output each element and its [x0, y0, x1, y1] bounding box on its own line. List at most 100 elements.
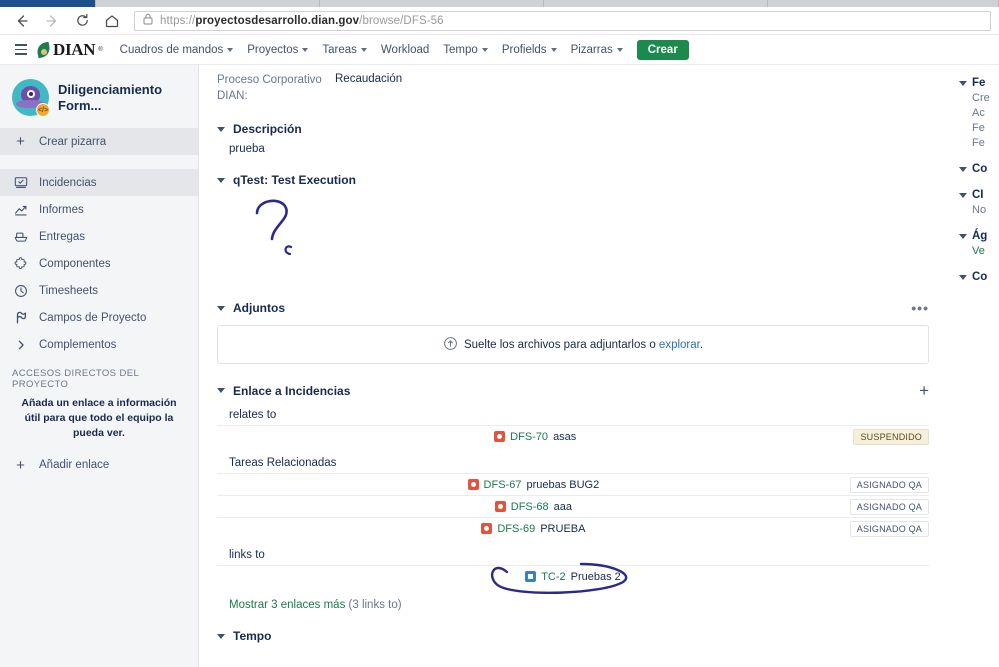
status-badge: SUSPENDIDO — [853, 429, 929, 445]
field-value: Recaudación — [335, 73, 402, 104]
sidebar-divider — [0, 155, 198, 169]
section-header-adjuntos[interactable]: Adjuntos ••• — [217, 301, 929, 315]
nav-tareas[interactable]: Tareas — [315, 40, 374, 60]
table-row[interactable]: DFS-67 pruebas BUG2 ASIGNADO QA — [217, 473, 929, 495]
sidebar-item-campos-de-proyecto[interactable]: Campos de Proyecto — [0, 304, 198, 331]
project-header[interactable]: </> Diligenciamiento Form... — [0, 75, 198, 128]
issue-summary[interactable]: asas — [553, 431, 576, 443]
panel-section-title: Fe — [972, 77, 985, 89]
registered-mark: ® — [98, 47, 102, 53]
nav-profields[interactable]: Profields — [495, 40, 564, 60]
section-header-qtest[interactable]: qTest: Test Execution — [217, 173, 929, 187]
browser-tab[interactable] — [96, 0, 320, 7]
section-header-descripcion[interactable]: Descripción — [217, 122, 929, 136]
panel-section-co-1[interactable]: Co — [959, 163, 999, 175]
reload-icon[interactable] — [68, 9, 96, 33]
browser-tab-strip[interactable] — [0, 0, 999, 7]
issue-summary[interactable]: pruebas BUG2 — [526, 479, 599, 491]
chevron-down-icon[interactable] — [217, 388, 225, 393]
issue-key[interactable]: DFS-69 — [497, 523, 535, 535]
nav-pizarras[interactable]: Pizarras — [564, 40, 630, 60]
section-title: Tempo — [233, 629, 271, 643]
url-scheme: https:// — [160, 15, 195, 27]
address-bar[interactable]: https://proyectosdesarrollo.dian.gov/bro… — [134, 11, 991, 31]
chevron-down-icon[interactable] — [959, 81, 967, 86]
show-more-label: Mostrar 3 enlaces más — [229, 599, 345, 611]
section-header-enlace-incidencias[interactable]: Enlace a Incidencias + — [217, 382, 929, 399]
issue-key[interactable]: DFS-70 — [510, 431, 548, 443]
nav-tempo[interactable]: Tempo — [436, 40, 495, 60]
chevron-down-icon[interactable] — [217, 634, 225, 639]
table-row[interactable]: DFS-69 PRUEBA ASIGNADO QA — [217, 517, 929, 539]
sidebar-item-componentes[interactable]: Componentes — [0, 250, 198, 277]
sidebar-item-anadir-enlace[interactable]: + Añadir enlace — [0, 452, 198, 479]
shortcuts-section-title: ACCESOS DIRECTOS DEL PROYECTO — [0, 358, 198, 396]
home-icon[interactable] — [98, 9, 126, 33]
chevron-down-icon — [482, 48, 488, 52]
sidebar-item-label: Complementos — [39, 339, 116, 351]
nav-cuadros-de-mandos[interactable]: Cuadros de mandos — [113, 40, 241, 60]
nav-proyectos[interactable]: Proyectos — [240, 40, 315, 60]
browser-tab[interactable] — [768, 0, 999, 7]
sidebar-item-informes[interactable]: Informes — [0, 196, 198, 223]
issue-summary[interactable]: PRUEBA — [540, 523, 585, 535]
project-avatar-icon: </> — [12, 79, 49, 116]
browser-tab[interactable] — [320, 0, 544, 7]
section-title: Adjuntos — [233, 301, 285, 315]
dian-logo[interactable]: DIAN ® — [37, 40, 103, 60]
issue-detail-main: Proceso Corporativo DIAN: Recaudación De… — [199, 65, 959, 667]
issue-summary[interactable]: aaa — [554, 501, 572, 513]
dropzone-text: Suelte los archivos para adjuntarlos o e… — [464, 339, 703, 351]
show-more-links[interactable]: Mostrar 3 enlaces más (3 links to) — [217, 587, 929, 611]
chevron-down-icon[interactable] — [217, 306, 225, 311]
hamburger-icon[interactable] — [6, 44, 30, 55]
url-text: https://proyectosdesarrollo.dian.gov/bro… — [160, 15, 444, 27]
panel-field: Cre — [959, 89, 999, 104]
upload-cloud-icon — [443, 336, 458, 354]
sidebar-item-entregas[interactable]: Entregas — [0, 223, 198, 250]
panel-field: Fe — [959, 119, 999, 134]
panel-section-co-2[interactable]: Co — [959, 271, 999, 283]
panel-field[interactable]: Ve — [959, 242, 999, 257]
leaf-icon — [37, 43, 50, 57]
chevron-down-icon — [227, 48, 233, 52]
issue-summary[interactable]: Pruebas 2 — [571, 571, 621, 583]
ellipsis-icon[interactable]: ••• — [911, 304, 929, 312]
project-title: Diligenciamiento Form... — [58, 82, 198, 113]
section-title: Descripción — [233, 122, 302, 136]
panel-section-fechas[interactable]: Fe — [959, 77, 999, 89]
browser-tab[interactable] — [0, 0, 96, 7]
question-mark-scribble — [245, 191, 355, 271]
nav-label: Workload — [381, 44, 429, 56]
plus-icon[interactable]: + — [919, 382, 929, 399]
table-row[interactable]: DFS-70 asas SUSPENDIDO — [217, 425, 929, 447]
chevron-down-icon[interactable] — [959, 275, 967, 280]
status-badge: ASIGNADO QA — [850, 521, 929, 537]
back-icon[interactable] — [8, 9, 36, 33]
table-row[interactable]: DFS-68 aaa ASIGNADO QA — [217, 495, 929, 517]
explorar-link[interactable]: explorar — [659, 339, 700, 351]
issue-key[interactable]: DFS-68 — [511, 501, 549, 513]
browser-tab[interactable] — [544, 0, 768, 7]
chevron-down-icon[interactable] — [217, 178, 225, 183]
nav-workload[interactable]: Workload — [374, 40, 436, 60]
issue-key[interactable]: TC-2 — [541, 571, 565, 583]
sidebar-item-timesheets[interactable]: Timesheets — [0, 277, 198, 304]
panel-section-ci[interactable]: CI — [959, 189, 999, 201]
sidebar-item-complementos[interactable]: Complementos — [0, 331, 198, 358]
create-button[interactable]: Crear — [637, 40, 689, 60]
attachment-dropzone[interactable]: Suelte los archivos para adjuntarlos o e… — [217, 325, 929, 364]
panel-section-agil[interactable]: Ág — [959, 230, 999, 242]
forward-icon[interactable] — [38, 9, 66, 33]
chevron-down-icon[interactable] — [959, 234, 967, 239]
section-header-tempo[interactable]: Tempo — [217, 629, 929, 643]
chevron-down-icon — [617, 48, 623, 52]
chevron-down-icon[interactable] — [959, 167, 967, 172]
issue-key[interactable]: DFS-67 — [484, 479, 522, 491]
chevron-down-icon[interactable] — [959, 193, 967, 198]
sidebar-item-crear-pizarra[interactable]: + Crear pizarra — [0, 128, 198, 155]
sidebar-item-incidencias[interactable]: Incidencias — [0, 169, 198, 196]
chevron-down-icon[interactable] — [217, 127, 225, 132]
panel-section-title: Co — [972, 163, 987, 175]
table-row[interactable]: TC-2 Pruebas 2 — [217, 565, 929, 587]
